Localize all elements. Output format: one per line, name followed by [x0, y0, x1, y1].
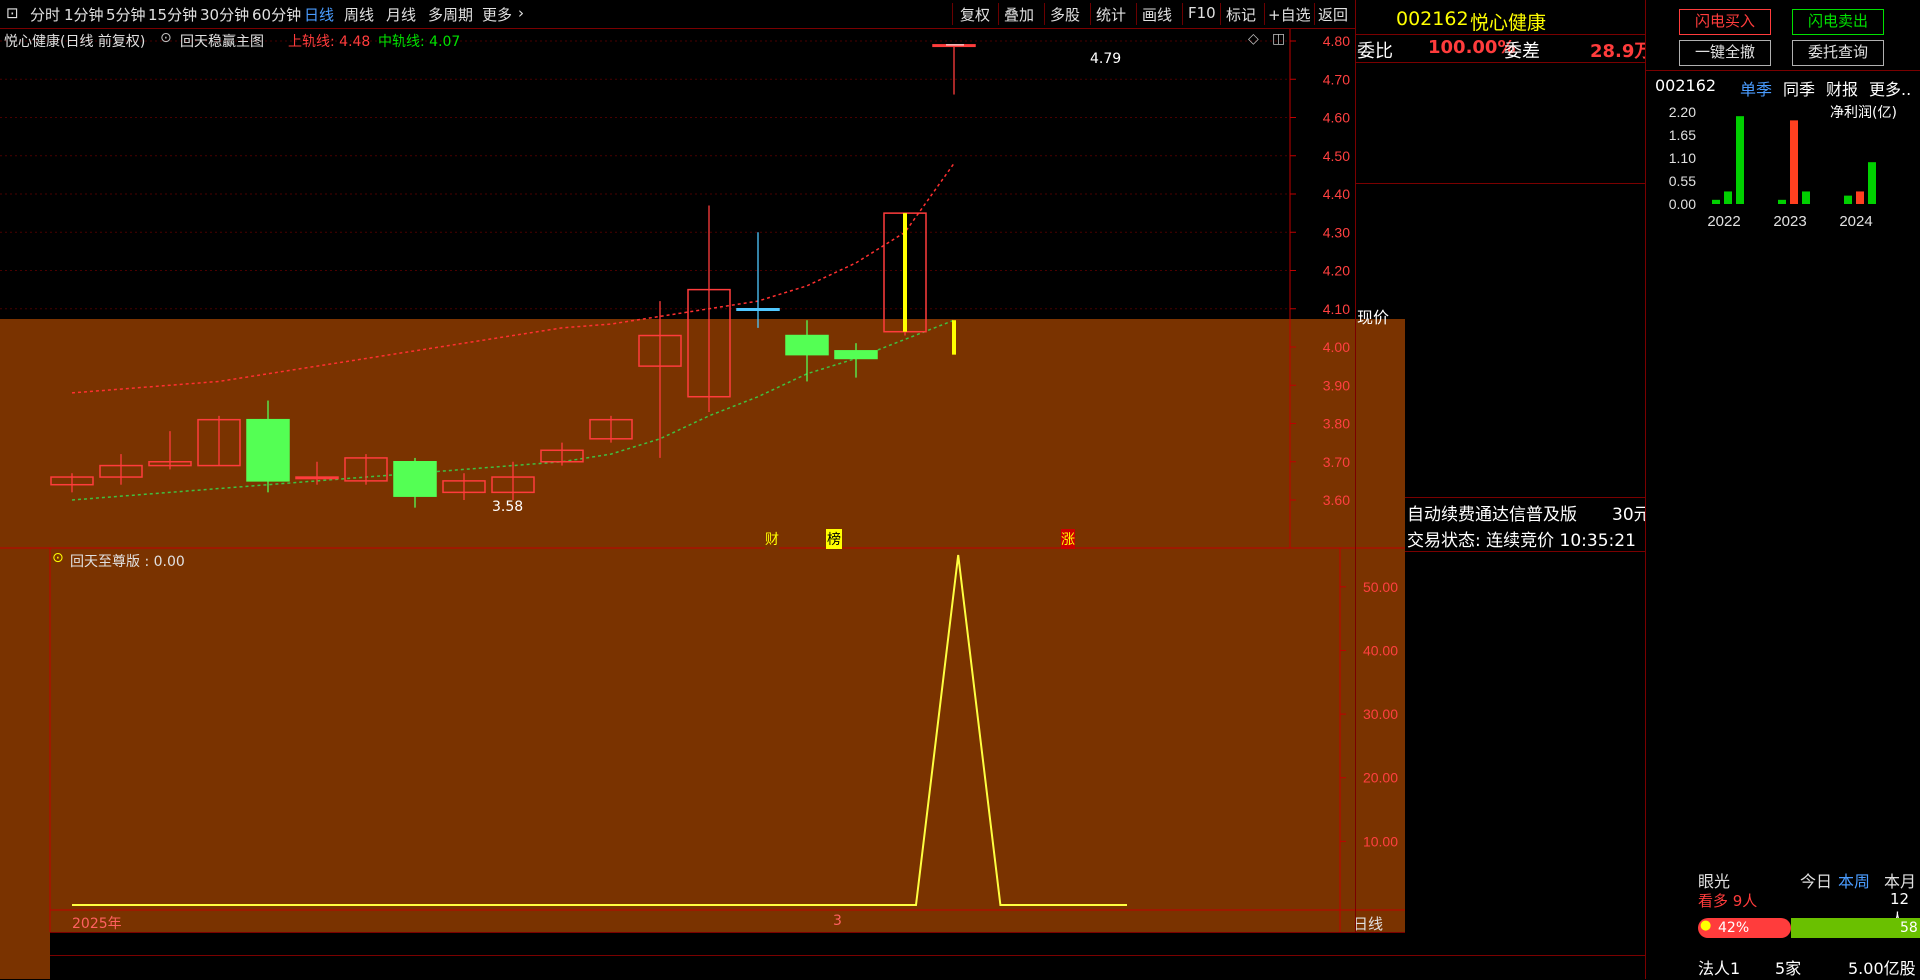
profit-bar — [1790, 120, 1798, 204]
lower-tick-label: 50.00 — [1363, 579, 1398, 595]
stock-code: 002162 — [1396, 8, 1469, 30]
ad-text[interactable]: 自动续费通达信普及版 — [1407, 500, 1577, 525]
price-tick-label: 4.00 — [1323, 339, 1350, 355]
lower-tick-label: 20.00 — [1363, 770, 1398, 786]
profit-tick-label: 1.65 — [1669, 127, 1696, 143]
weibi-value: 100.00% — [1428, 37, 1516, 58]
eye-tab-week[interactable]: 本周 — [1838, 868, 1870, 892]
tab-same-quarter[interactable]: 同季 — [1783, 76, 1815, 100]
upper-line-label: 上轨线: 4.48 — [288, 31, 370, 51]
indicator-tab-bar — [50, 932, 1405, 955]
weibi-label: 委比 — [1357, 37, 1393, 63]
profit-bar — [1844, 196, 1852, 204]
price-tick-label: 4.80 — [1323, 33, 1350, 49]
lower-indicator-settings-icon[interactable]: ⊙ — [52, 550, 64, 566]
price-tick-label: 3.90 — [1323, 377, 1350, 393]
weicha-label: 委差 — [1504, 37, 1540, 63]
high-mark: 4.79 — [1090, 51, 1121, 67]
price-tick-label: 4.60 — [1323, 110, 1350, 126]
mid-line-label: 中轨线: 4.07 — [378, 31, 460, 51]
indicator-name[interactable]: 回天稳赢主图 — [180, 31, 264, 51]
price-tick-label: 4.30 — [1323, 224, 1350, 240]
candle-body — [296, 477, 338, 479]
profit-bar — [1736, 116, 1744, 204]
eye-label: 眼光 — [1698, 868, 1730, 892]
profit-tick-label: 0.55 — [1669, 173, 1696, 189]
eye-tab-month[interactable]: 本月 — [1884, 868, 1916, 892]
low-mark: 3.58 — [492, 499, 523, 515]
tab-single-quarter[interactable]: 单季 — [1740, 76, 1772, 100]
price-tick-label: 4.70 — [1323, 71, 1350, 87]
axis-year: 2025年 — [72, 913, 122, 933]
year-label: 2022 — [1707, 213, 1740, 230]
legal-count: 5家 — [1775, 955, 1801, 979]
bull-pct: 42% — [1718, 920, 1749, 936]
kline-chart[interactable]: 50.00 40.00 30.00 20.00 10.00 4.80 4.70 4.60 4.… — [0, 0, 1405, 979]
order-query-button[interactable]: 委托查询 — [1792, 40, 1884, 66]
year-label: 2023 — [1773, 213, 1806, 230]
weicha-value: 28.9万 — [1590, 37, 1652, 63]
profit-bar — [1724, 191, 1732, 204]
trade-state: 交易状态: 连续竞价 10:35:21 — [1407, 526, 1636, 551]
stock-name: 悦心健康 — [1470, 8, 1546, 35]
price-tick-label: 4.50 — [1323, 148, 1350, 164]
year-label: 2024 — [1839, 213, 1872, 230]
candle-body — [835, 351, 877, 359]
event-marker-rank[interactable]: 榜 — [826, 529, 842, 549]
lower-tick-label: 40.00 — [1363, 642, 1398, 658]
profit-bar — [1856, 191, 1864, 204]
extension-bar — [50, 955, 1405, 980]
bull-icon: ● — [1700, 918, 1711, 933]
profit-bar — [1802, 191, 1810, 204]
chart-title: 悦心健康(日线 前复权) — [4, 31, 145, 51]
price-tick-label: 4.10 — [1323, 301, 1350, 317]
profit-tick-label: 2.20 — [1669, 104, 1696, 120]
profit-bar — [1712, 200, 1720, 204]
event-marker-limit[interactable]: 涨 — [1061, 529, 1075, 549]
profit-bar — [1868, 162, 1876, 204]
candle-body — [786, 336, 828, 355]
price-tick-label: 3.70 — [1323, 454, 1350, 470]
price-tick-label: 4.40 — [1323, 186, 1350, 202]
candle-body — [394, 462, 436, 496]
legal-label: 法人1 — [1698, 955, 1740, 979]
profit-tick-label: 0.00 — [1669, 196, 1696, 212]
lower-indicator-name[interactable]: 回天至尊版 : 0.00 — [70, 551, 185, 571]
candle-body — [247, 420, 289, 481]
eye-tab-today[interactable]: 今日 — [1800, 868, 1832, 892]
current-price-label: 现价 — [1357, 304, 1389, 328]
period-label: 日线 — [1353, 913, 1383, 934]
flash-buy-button[interactable]: 闪电买入 — [1679, 9, 1771, 35]
diamond-icon[interactable]: ◇ — [1248, 31, 1259, 47]
panel-toggle-icon[interactable]: ◫ — [1272, 31, 1285, 47]
tab-more[interactable]: 更多.. — [1869, 76, 1911, 100]
bull-label: 看多 9人 — [1698, 890, 1757, 911]
lower-tick-label: 30.00 — [1363, 706, 1398, 722]
tick-tab-bar — [1405, 955, 1645, 980]
lower-tick-label: 10.00 — [1363, 833, 1398, 849]
fr-stock-code: 002162 — [1655, 76, 1716, 95]
price-tick-label: 4.20 — [1323, 263, 1350, 279]
bear-pct: 58 — [1900, 920, 1918, 936]
indicator-settings-icon[interactable]: ⊙ — [160, 30, 172, 46]
flash-sell-button[interactable]: 闪电卖出 — [1792, 9, 1884, 35]
cancel-all-button[interactable]: 一键全撤 — [1679, 40, 1771, 66]
tab-financial-report[interactable]: 财报 — [1826, 76, 1858, 100]
legal-shares: 5.00亿股 — [1848, 955, 1916, 979]
price-tick-label: 3.60 — [1323, 492, 1350, 508]
event-marker-finance[interactable]: 财 — [765, 529, 779, 549]
candle-body — [737, 309, 779, 311]
price-tick-label: 3.80 — [1323, 416, 1350, 432]
profit-bar — [1778, 200, 1786, 204]
profit-bar-chart: 2.20 1.65 1.10 0.55 0.00 2022 2023 2024 — [1650, 100, 1920, 230]
axis-month: 3 — [833, 913, 842, 929]
profit-tick-label: 1.10 — [1669, 150, 1696, 166]
